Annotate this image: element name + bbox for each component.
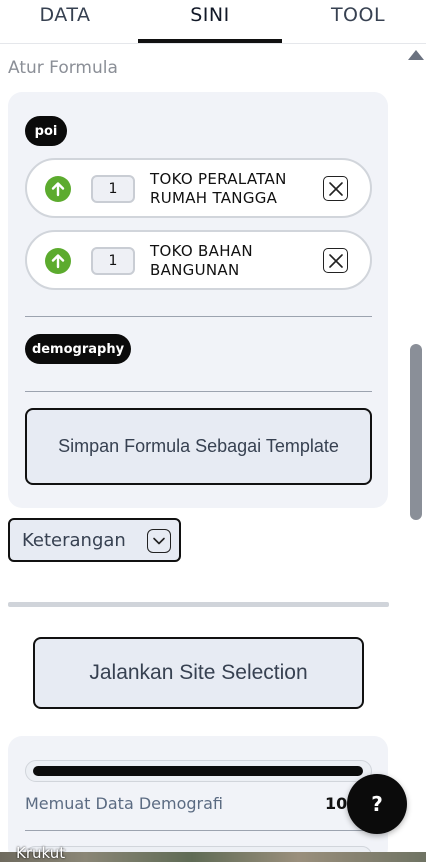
save-formula-template-button[interactable]: Simpan Formula Sebagai Template — [25, 408, 372, 485]
status-label: Memuat Data Demografi — [25, 794, 223, 813]
weight-input[interactable]: 1 — [91, 175, 135, 203]
divider — [25, 391, 372, 392]
divider — [25, 316, 372, 317]
tab-tool[interactable]: TOOL — [290, 0, 426, 44]
tab-bar: DATA SINI TOOL — [0, 0, 426, 44]
weight-input[interactable]: 1 — [91, 247, 135, 275]
poi-item: 1 TOKO PERALATAN RUMAH TANGGA — [25, 158, 372, 218]
arrow-up-icon[interactable] — [45, 248, 71, 274]
chevron-down-icon[interactable] — [147, 529, 171, 553]
progress-bar — [25, 760, 372, 782]
scrollbar-thumb[interactable] — [410, 344, 422, 520]
poi-item: 1 TOKO BAHAN BANGUNAN — [25, 230, 372, 290]
progress-fill — [33, 766, 363, 776]
keterangan-label: Keterangan — [22, 529, 126, 551]
active-tab-indicator — [138, 39, 282, 43]
poi-item-label: TOKO BAHAN BANGUNAN — [150, 242, 253, 279]
help-button[interactable]: ? — [347, 774, 407, 834]
close-icon[interactable] — [323, 248, 348, 273]
tab-data[interactable]: DATA — [0, 0, 130, 44]
poi-tag: poi — [25, 116, 67, 146]
section-separator — [8, 602, 389, 607]
demography-tag: demography — [25, 334, 131, 364]
map-place-label: Krukut — [16, 844, 66, 862]
scroll-up-arrow-icon[interactable] — [408, 50, 424, 60]
arrow-up-icon[interactable] — [45, 176, 71, 202]
keterangan-dropdown[interactable]: Keterangan — [8, 518, 181, 562]
close-icon[interactable] — [323, 176, 348, 201]
tab-sini[interactable]: SINI — [138, 0, 282, 44]
run-site-selection-button[interactable]: Jalankan Site Selection — [33, 637, 364, 709]
section-title: Atur Formula — [8, 58, 118, 78]
poi-item-label: TOKO PERALATAN RUMAH TANGGA — [150, 170, 287, 207]
divider — [25, 830, 372, 831]
